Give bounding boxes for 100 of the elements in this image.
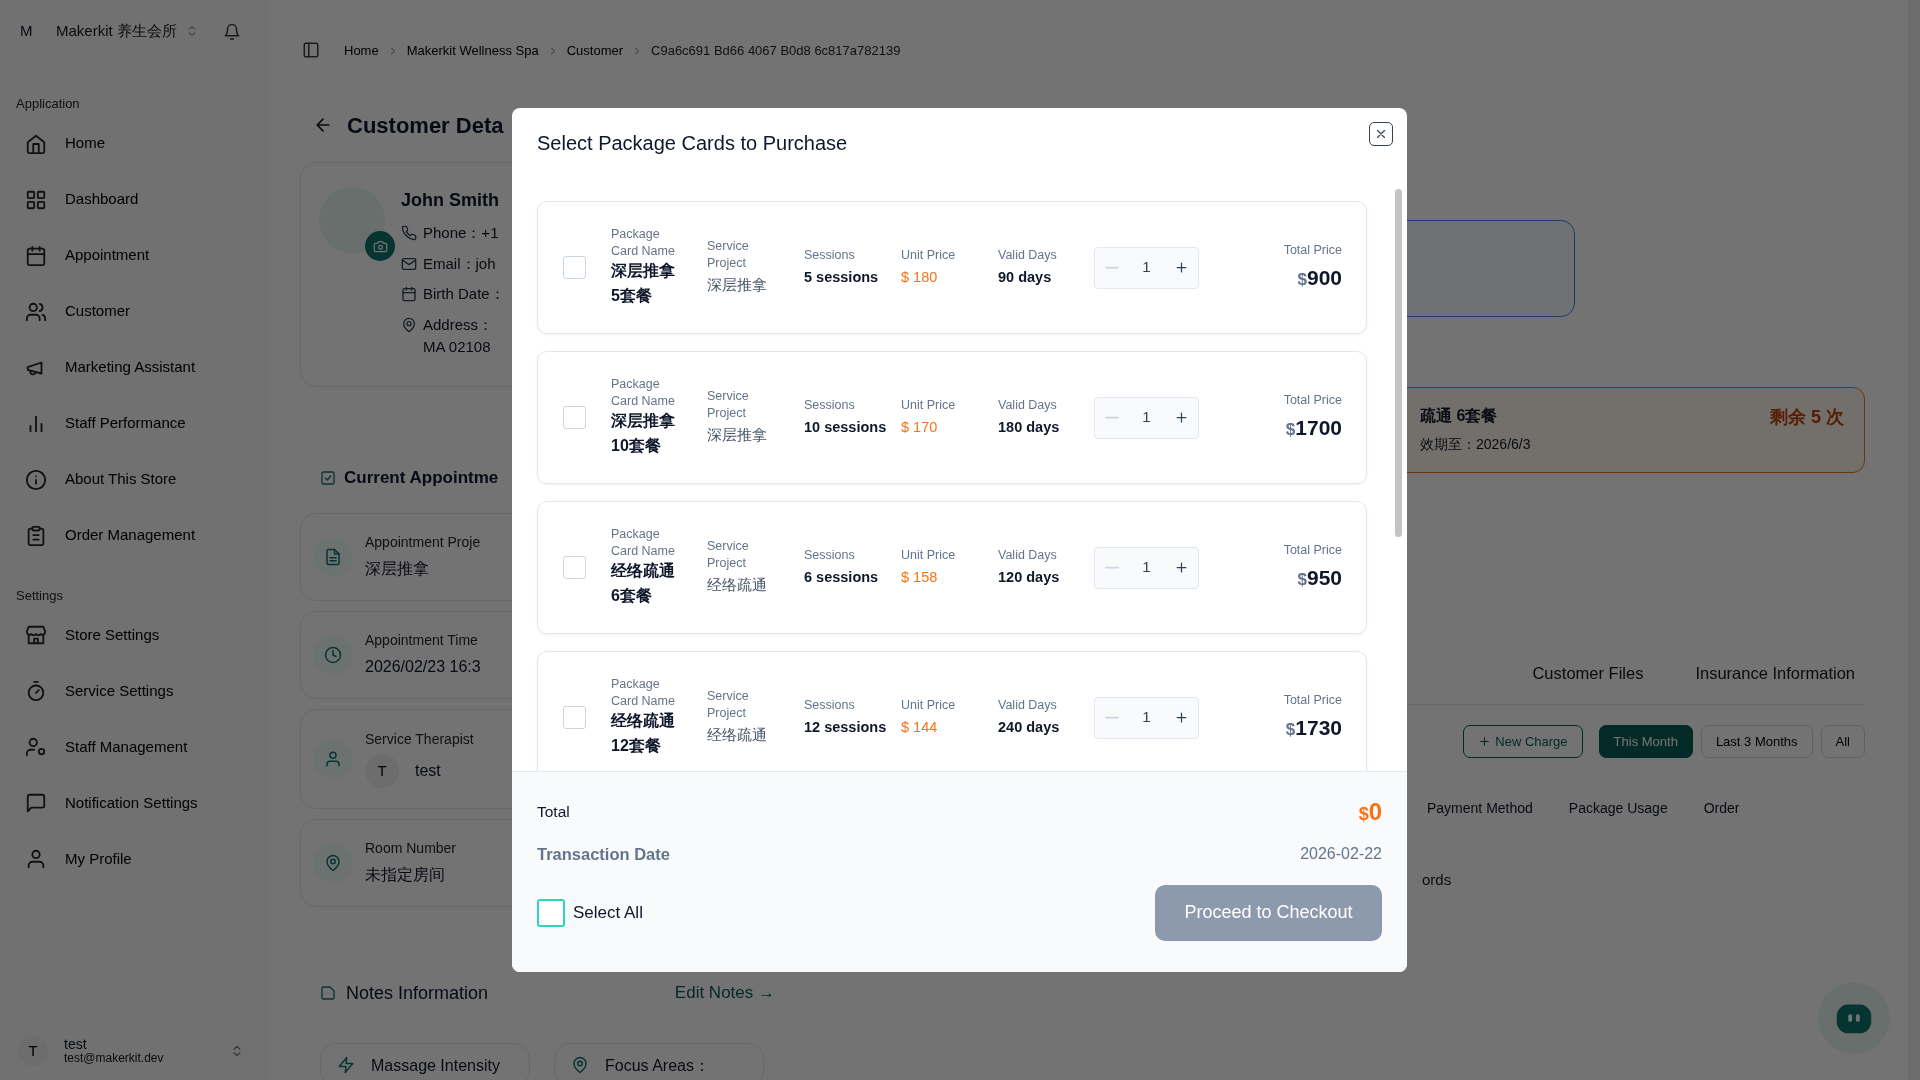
home-icon [25, 132, 47, 155]
profile-field: Phone：+1 [423, 222, 499, 245]
select-all-checkbox[interactable] [537, 898, 565, 927]
sidebar-item[interactable]: Marketing Assistant [16, 339, 254, 396]
package-expiry: 效期至：2026/6/3 [1420, 435, 1531, 454]
plus-icon [1173, 560, 1189, 575]
store-icon [25, 624, 47, 646]
user-avatar: T [18, 1036, 48, 1066]
field-label: Sessions [804, 696, 856, 713]
breadcrumb-link[interactable]: Makerkit Wellness Spa [406, 41, 539, 61]
quantity-value: 1 [1141, 707, 1152, 728]
clock-icon [324, 645, 342, 664]
detail-value: test [415, 761, 441, 781]
clipboard-icon [25, 524, 47, 547]
phone-icon [401, 225, 417, 241]
field-label: Total Price [1282, 541, 1342, 558]
breadcrumb-link[interactable]: Customer [566, 41, 624, 61]
new-charge-button[interactable]: New Charge [1463, 724, 1583, 759]
tab[interactable]: Insurance Information [1695, 661, 1855, 686]
edit-notes-link[interactable]: Edit Notes → [674, 980, 775, 1006]
sidebar-item[interactable]: Store Settings [16, 607, 254, 663]
workspace-switcher[interactable]: Makerkit 养生会所 [56, 19, 199, 43]
info-icon [25, 468, 47, 491]
field-label: Sessions [804, 246, 856, 263]
scrollbar-thumb[interactable] [1395, 189, 1402, 537]
field-label: Sessions [804, 396, 856, 413]
section-title: Notes Information [346, 981, 489, 1005]
sidebar-item[interactable]: Staff Performance [16, 395, 254, 452]
package-checkbox[interactable] [563, 256, 586, 279]
detail-value: 未指定房间 [365, 865, 446, 885]
dialog-title: Select Package Cards to Purchase [537, 132, 848, 154]
valid-days: 120 days [998, 566, 1094, 589]
package-checkbox[interactable] [563, 706, 586, 729]
package-checkbox[interactable] [563, 556, 586, 579]
map-pin-icon [324, 853, 342, 872]
sidebar-item[interactable]: Order Management [16, 507, 254, 564]
currency-sign: $ [1297, 269, 1307, 289]
field-label: Unit Price [901, 246, 957, 263]
transaction-date: 2026-02-22 [1300, 844, 1382, 865]
field-label: Service Project [707, 538, 750, 571]
sidebar-item[interactable]: Customer [16, 283, 254, 340]
sidebar-toggle-icon [302, 41, 320, 59]
tab[interactable]: Customer Files [1532, 661, 1644, 686]
note-icon [320, 985, 336, 1001]
unit-price: $ 170 [901, 417, 939, 437]
field-label: Sessions [804, 546, 856, 563]
package-card-name: 经络疏通6套餐 [611, 560, 676, 606]
camera-icon [372, 238, 388, 254]
period-filter-button[interactable]: Last 3 Months [1700, 724, 1813, 759]
field-label: Unit Price [901, 546, 957, 563]
sidebar-item[interactable]: Service Settings [16, 663, 254, 719]
total-amount: $0 [1358, 797, 1382, 827]
package-card-name: 深层推拿5套餐 [611, 260, 676, 306]
column-header: Order [1703, 799, 1740, 819]
sidebar-item[interactable]: Notification Settings [16, 775, 254, 831]
field-label: Total Price [1282, 241, 1342, 258]
map-pin-icon [401, 316, 417, 333]
period-filter-button[interactable]: This Month [1598, 724, 1693, 759]
stopwatch-icon [25, 680, 47, 702]
sidebar-item[interactable]: About This Store [16, 451, 254, 508]
minus-icon [1105, 716, 1119, 719]
package-checkbox[interactable] [563, 406, 586, 429]
user-gear-icon [25, 736, 47, 758]
sidebar-item[interactable]: My Profile [16, 831, 254, 887]
service-project: 经络疏通 [707, 725, 768, 745]
package-card-name: 深层推拿10套餐 [611, 410, 676, 456]
section-title: Current Appointme [344, 467, 499, 489]
remaining-sessions: 剩余 5 次 [1770, 406, 1844, 429]
valid-days: 90 days [998, 266, 1094, 289]
detail-label: Appointment Proje [365, 533, 481, 552]
field-label: Package Card Name [611, 676, 676, 709]
field-label: Unit Price [901, 396, 957, 413]
camera-button[interactable] [365, 231, 395, 261]
sidebar-item[interactable]: Home [16, 115, 254, 172]
quantity-value: 1 [1141, 557, 1152, 578]
profile-field: Birth Date： [423, 283, 505, 306]
field-label: Valid Days [998, 546, 1058, 563]
column-header: Package Usage [1568, 799, 1668, 819]
person-icon [25, 848, 47, 870]
sidebar-item[interactable]: Appointment [16, 227, 254, 284]
transaction-date-label: Transaction Date [537, 844, 670, 865]
sidebar-item[interactable]: Staff Management [16, 719, 254, 775]
field-label: Valid Days [998, 396, 1058, 413]
quantity-value: 1 [1141, 407, 1152, 428]
column-header: Payment Method [1427, 799, 1533, 819]
close-button[interactable] [1369, 122, 1393, 146]
checkbox-icon [320, 469, 336, 486]
service-project: 深层推拿 [707, 275, 768, 295]
plus-icon [1173, 710, 1189, 725]
customer-name: John Smith [401, 189, 500, 212]
sessions-value: 10 sessions [804, 417, 888, 437]
bell-icon [222, 22, 241, 41]
breadcrumb-current: C9a6c691 Bd66 4067 B0d8 6c817a782139 [651, 42, 901, 60]
close-icon [1374, 127, 1388, 141]
total-price: 1700 [1295, 415, 1342, 439]
field-label: Total Price [1282, 691, 1342, 708]
breadcrumb-link[interactable]: Home [344, 41, 379, 61]
sidebar-item[interactable]: Dashboard [16, 171, 254, 228]
period-filter-button[interactable]: All [1820, 724, 1865, 759]
note-label: Focus Areas： [605, 1055, 710, 1076]
